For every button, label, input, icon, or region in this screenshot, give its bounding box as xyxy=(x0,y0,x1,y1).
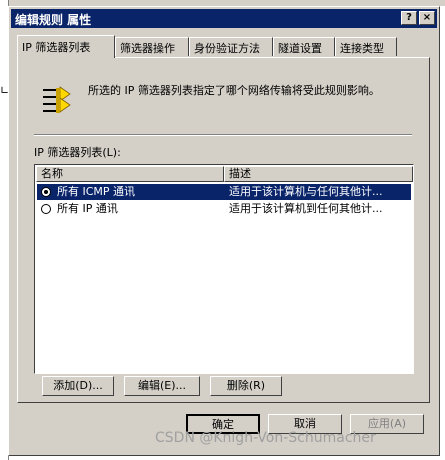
tab-authentication-methods[interactable]: 身份验证方法 xyxy=(189,37,273,56)
dialog-title: 编辑规则 属性 xyxy=(15,13,92,27)
edit-button[interactable]: 编辑(E)... xyxy=(124,376,200,396)
separator-line xyxy=(34,134,412,136)
tab-panel-ip-filter-list: 所选的 IP 筛选器列表指定了哪个网络传输将受此规则影响。 IP 筛选器列表(L… xyxy=(17,57,430,403)
ip-filter-listview[interactable]: 名称 描述 所有 ICMP 通讯 适用于该计算机与任何其他计... 所有 IP … xyxy=(34,164,414,374)
filter-description-cell: 适用于该计算机与任何其他计... xyxy=(229,185,383,198)
tab-tunnel-settings[interactable]: 隧道设置 xyxy=(273,37,335,56)
close-button[interactable]: × xyxy=(419,11,435,25)
list-header: 名称 描述 xyxy=(36,166,413,182)
filter-row-all-ip[interactable]: 所有 IP 通讯 适用于该计算机到任何其他计... xyxy=(37,201,411,217)
filter-list-icon xyxy=(43,86,71,113)
radio-button[interactable] xyxy=(41,204,51,214)
tab-label: 隧道设置 xyxy=(278,42,322,55)
tab-label: IP 筛选器列表 xyxy=(22,41,91,54)
filter-name: 所有 IP 通讯 xyxy=(57,202,118,215)
column-header-description[interactable]: 描述 xyxy=(224,166,413,182)
title-bar[interactable]: 编辑规则 属性 ? × xyxy=(11,9,437,28)
remove-button[interactable]: 删除(R) xyxy=(210,376,282,396)
add-button[interactable]: 添加(D)... xyxy=(42,376,114,396)
radio-button-selected[interactable] xyxy=(41,187,51,197)
filter-row-all-icmp[interactable]: 所有 ICMP 通讯 适用于该计算机与任何其他计... xyxy=(37,184,411,200)
tab-connection-type[interactable]: 连接类型 xyxy=(335,37,397,56)
ip-filter-list-label: IP 筛选器列表(L): xyxy=(34,146,121,159)
tab-label: 身份验证方法 xyxy=(194,42,260,55)
rule-properties-dialog: 编辑规则 属性 ? × IP 筛选器列表 筛选器操作 身份验证方法 隧道设置 连… xyxy=(8,6,440,456)
filter-name: 所有 ICMP 通讯 xyxy=(57,185,136,198)
filter-description-cell: 适用于该计算机到任何其他计... xyxy=(229,202,383,215)
tab-filter-action[interactable]: 筛选器操作 xyxy=(115,37,189,56)
tab-label: 连接类型 xyxy=(340,42,384,55)
tab-label: 筛选器操作 xyxy=(120,42,175,55)
watermark: CSDN @Knigh-Von-Schumacher xyxy=(155,430,376,446)
filter-description: 所选的 IP 筛选器列表指定了哪个网络传输将受此规则影响。 xyxy=(88,84,380,97)
column-header-name[interactable]: 名称 xyxy=(36,166,224,182)
tab-ip-filter-list[interactable]: IP 筛选器列表 xyxy=(17,35,115,58)
help-button[interactable]: ? xyxy=(401,11,417,25)
